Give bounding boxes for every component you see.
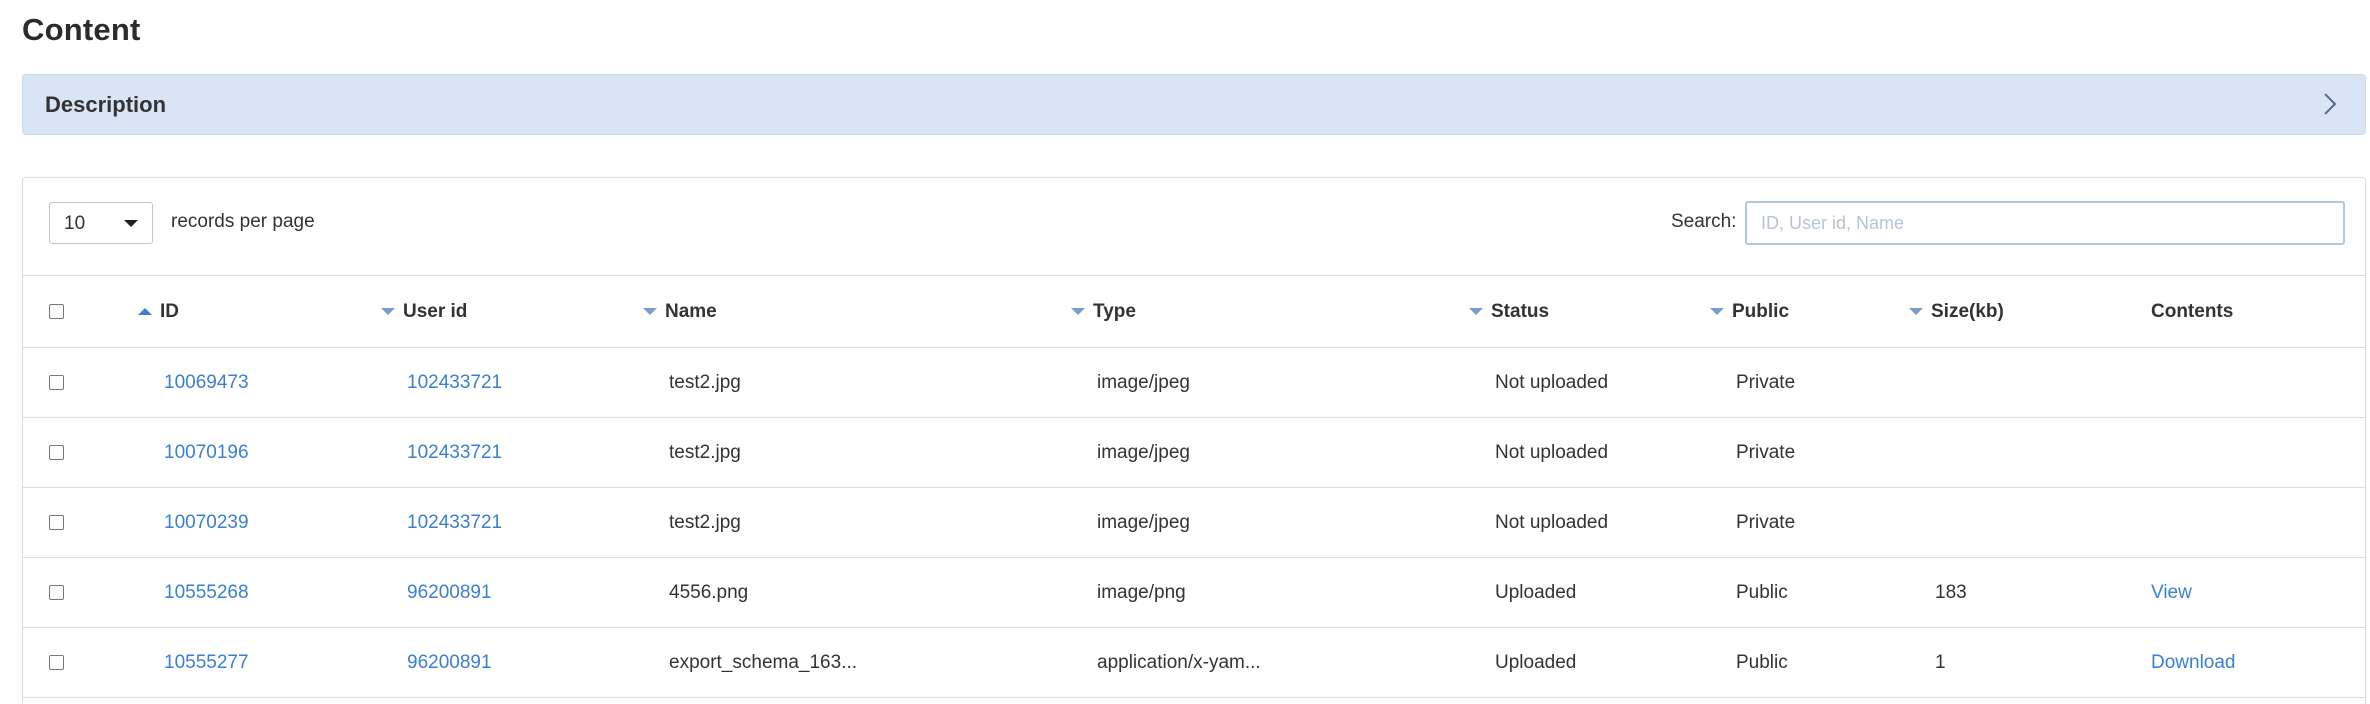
chevron-right-icon [2324,93,2337,115]
type-cell: application/x-yam... [1097,651,1261,673]
description-accordion[interactable]: Description [22,74,2366,135]
public-cell: Private [1736,511,1796,533]
column-header-contents: Contents [2151,300,2234,322]
sort-down-icon [643,308,657,315]
name-cell: 4556.png [669,581,749,603]
status-cell: Uploaded [1495,651,1577,673]
sort-down-icon [381,308,395,315]
public-cell: Private [1736,441,1796,463]
name-cell: test2.jpg [669,511,741,533]
status-cell: Not uploaded [1495,441,1609,463]
user-id-link[interactable]: 96200891 [407,558,492,627]
type-cell: image/jpeg [1097,371,1190,393]
table-row: 10555277 96200891 export_schema_163... a… [23,628,2365,698]
public-cell: Public [1736,651,1788,673]
content-table-panel: 10 records per page Search: ID User id N… [22,177,2366,704]
id-link[interactable]: 10070239 [164,488,249,557]
user-id-link[interactable]: 102433721 [407,418,502,487]
column-header-name[interactable]: Name [643,276,717,347]
records-per-page-label: records per page [171,211,315,232]
column-header-type[interactable]: Type [1071,276,1136,347]
size-cell: 1 [1935,651,1946,673]
row-checkbox[interactable] [49,515,64,530]
sort-up-icon [138,308,152,315]
content-table: ID User id Name Type Status Public Size(… [23,275,2365,698]
row-checkbox[interactable] [49,585,64,600]
search-input[interactable] [1745,201,2345,245]
user-id-link[interactable]: 96200891 [407,628,492,697]
name-cell: test2.jpg [669,441,741,463]
user-id-link[interactable]: 102433721 [407,348,502,417]
contents-link[interactable]: Download [2151,628,2236,697]
id-link[interactable]: 10069473 [164,348,249,417]
column-header-id[interactable]: ID [138,276,179,347]
status-cell: Uploaded [1495,581,1577,603]
public-cell: Public [1736,581,1788,603]
table-row: 10069473 102433721 test2.jpg image/jpeg … [23,348,2365,418]
table-header-row: ID User id Name Type Status Public Size(… [23,276,2365,348]
sort-down-icon [1710,308,1724,315]
description-label: Description [45,92,167,117]
table-row: 10070239 102433721 test2.jpg image/jpeg … [23,488,2365,558]
column-header-user-id[interactable]: User id [381,276,467,347]
name-cell: export_schema_163... [669,651,858,673]
row-checkbox[interactable] [49,375,64,390]
table-row: 10555268 96200891 4556.png image/png Upl… [23,558,2365,628]
type-cell: image/png [1097,581,1186,603]
public-cell: Private [1736,371,1796,393]
name-cell: test2.jpg [669,371,741,393]
sort-down-icon [1469,308,1483,315]
size-cell: 183 [1935,581,1967,603]
search-label: Search: [1671,211,1737,232]
column-header-public[interactable]: Public [1710,276,1789,347]
type-cell: image/jpeg [1097,511,1190,533]
status-cell: Not uploaded [1495,511,1609,533]
page-length-select[interactable]: 10 [49,202,153,244]
status-cell: Not uploaded [1495,371,1609,393]
type-cell: image/jpeg [1097,441,1190,463]
id-link[interactable]: 10555277 [164,628,249,697]
id-link[interactable]: 10070196 [164,418,249,487]
contents-link[interactable]: View [2151,558,2192,627]
id-link[interactable]: 10555268 [164,558,249,627]
sort-down-icon [1071,308,1085,315]
column-header-size[interactable]: Size(kb) [1909,276,2004,347]
row-checkbox[interactable] [49,445,64,460]
sort-down-icon [1909,308,1923,315]
select-all-checkbox[interactable] [49,304,64,319]
page-length-value: 10 [64,213,86,234]
page-title: Content [22,12,141,47]
table-row: 10070196 102433721 test2.jpg image/jpeg … [23,418,2365,488]
row-checkbox[interactable] [49,655,64,670]
user-id-link[interactable]: 102433721 [407,488,502,557]
chevron-down-icon [124,220,138,227]
column-header-status[interactable]: Status [1469,276,1549,347]
